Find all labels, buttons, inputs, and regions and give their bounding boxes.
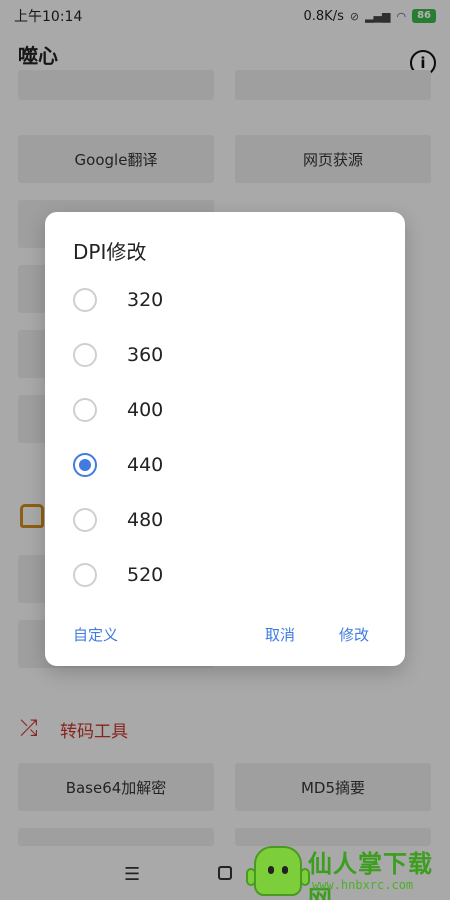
watermark: 仙人掌下载网 www.hnbxrc.com — [246, 842, 450, 900]
confirm-button[interactable]: 修改 — [339, 624, 369, 645]
radio-icon[interactable] — [73, 288, 97, 312]
radio-icon[interactable] — [73, 563, 97, 587]
dpi-option-440[interactable]: 440 — [73, 445, 373, 485]
option-label: 320 — [127, 289, 164, 311]
option-label: 360 — [127, 344, 164, 366]
dpi-option-360[interactable]: 360 — [73, 335, 373, 375]
option-label: 400 — [127, 399, 164, 421]
dpi-dialog: DPI修改 320 360 400 440 480 520 自定义 取消 修改 — [45, 212, 405, 666]
radio-icon[interactable] — [73, 398, 97, 422]
watermark-url: www.hnbxrc.com — [312, 878, 414, 892]
dpi-option-320[interactable]: 320 — [73, 280, 373, 320]
option-label: 440 — [127, 454, 164, 476]
radio-icon[interactable] — [73, 508, 97, 532]
cactus-logo-icon — [246, 846, 310, 896]
dpi-option-400[interactable]: 400 — [73, 390, 373, 430]
dpi-option-520[interactable]: 520 — [73, 555, 373, 595]
cancel-button[interactable]: 取消 — [265, 624, 295, 645]
dpi-option-480[interactable]: 480 — [73, 500, 373, 540]
radio-icon[interactable] — [73, 343, 97, 367]
option-label: 480 — [127, 509, 164, 531]
custom-button[interactable]: 自定义 — [73, 624, 118, 645]
option-label: 520 — [127, 564, 164, 586]
dialog-title: DPI修改 — [73, 240, 147, 264]
radio-checked-icon[interactable] — [73, 453, 97, 477]
